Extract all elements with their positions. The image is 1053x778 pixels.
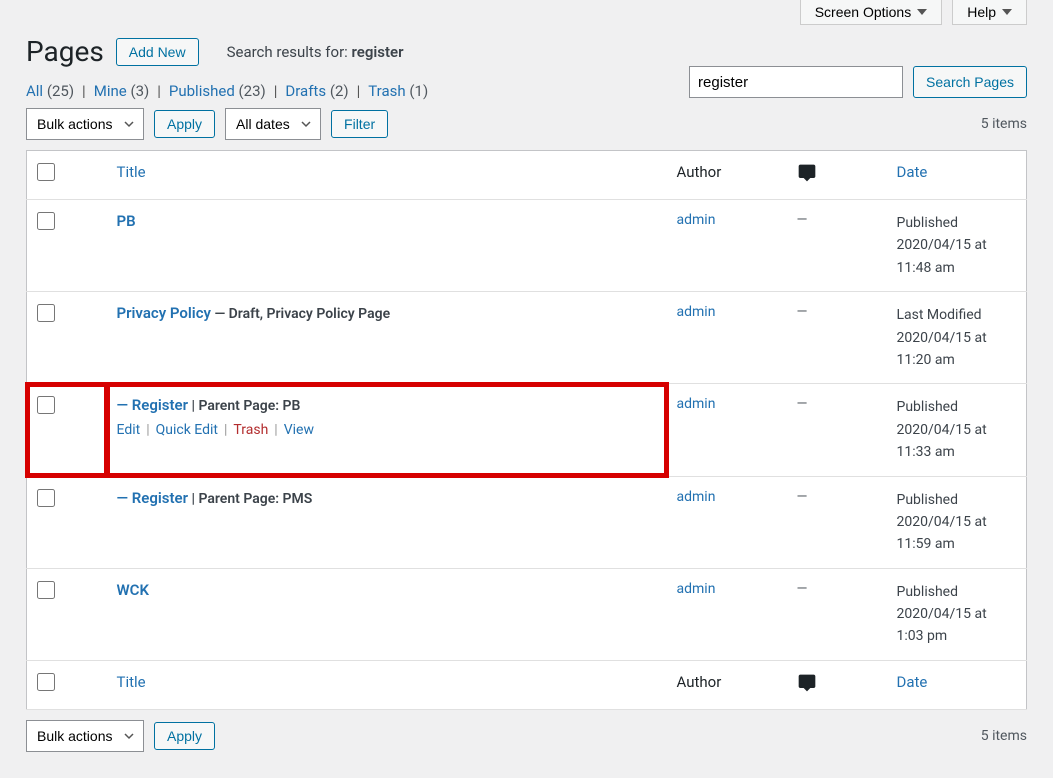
- filter-mine[interactable]: Mine: [94, 82, 127, 100]
- author-link[interactable]: admin: [677, 581, 716, 597]
- comments-cell: —: [787, 200, 887, 292]
- search-prefix: Search results for:: [227, 43, 352, 61]
- comments-cell: —: [787, 568, 887, 660]
- filter-all[interactable]: All: [26, 82, 43, 100]
- apply-button-bottom[interactable]: Apply: [154, 722, 215, 750]
- select-all-bottom[interactable]: [37, 673, 55, 691]
- search-input[interactable]: [689, 66, 903, 98]
- date-cell: Published2020/04/15 at 11:59 am: [887, 476, 1027, 568]
- col-title-footer[interactable]: Title: [117, 673, 146, 691]
- comment-icon: [797, 169, 817, 187]
- row-title-link[interactable]: Privacy Policy: [117, 304, 211, 322]
- date-filter-select[interactable]: All dates: [225, 108, 321, 140]
- pages-table: Title Author Date PBadmin—Published2020/…: [26, 150, 1027, 710]
- author-link[interactable]: admin: [677, 489, 716, 505]
- help-button[interactable]: Help: [952, 0, 1027, 25]
- help-label: Help: [967, 4, 996, 20]
- row-prefix: —: [117, 489, 132, 507]
- search-term-display: register: [352, 43, 404, 61]
- author-link[interactable]: admin: [677, 396, 716, 412]
- row-actions: Edit|Quick Edit|Trash|View: [117, 422, 657, 438]
- date-cell: Last Modified2020/04/15 at 11:20 am: [887, 292, 1027, 384]
- row-checkbox[interactable]: [37, 581, 55, 599]
- col-date-footer[interactable]: Date: [897, 673, 928, 691]
- items-count-bottom: 5 items: [981, 728, 1027, 744]
- caret-down-icon: [917, 9, 927, 15]
- date-cell: Published2020/04/15 at 11:48 am: [887, 200, 1027, 292]
- filter-published[interactable]: Published: [169, 82, 235, 100]
- bulk-actions-select[interactable]: Bulk actions: [26, 108, 144, 140]
- col-author-footer: Author: [667, 660, 787, 709]
- comments-cell: —: [787, 292, 887, 384]
- date-cell: Published2020/04/15 at 11:33 am: [887, 384, 1027, 476]
- view-action[interactable]: View: [284, 422, 314, 438]
- filter-published-count: (23): [239, 82, 266, 100]
- post-state: | Parent Page: PB: [188, 398, 300, 414]
- row-title-link[interactable]: PB: [117, 212, 136, 230]
- filter-drafts[interactable]: Drafts: [285, 82, 326, 100]
- row-checkbox[interactable]: [37, 396, 55, 414]
- table-row: PB admin —Published2020/04/15 at 11:48 am: [27, 200, 1027, 292]
- row-checkbox[interactable]: [37, 212, 55, 230]
- row-title-link[interactable]: WCK: [117, 581, 149, 599]
- date-cell: Published2020/04/15 at 1:03 pm: [887, 568, 1027, 660]
- trash-action[interactable]: Trash: [233, 422, 268, 438]
- bulk-actions-select-bottom[interactable]: Bulk actions: [26, 720, 144, 752]
- post-state: | Parent Page: PMS: [188, 491, 312, 507]
- filter-trash[interactable]: Trash: [368, 82, 405, 100]
- filter-button[interactable]: Filter: [331, 110, 388, 138]
- col-author-header: Author: [667, 151, 787, 200]
- filter-drafts-count: (2): [330, 82, 349, 100]
- comments-cell: —: [787, 384, 887, 476]
- col-date-header[interactable]: Date: [897, 163, 928, 181]
- caret-down-icon: [1002, 9, 1012, 15]
- table-row: — Register | Parent Page: PMSadmin—Publi…: [27, 476, 1027, 568]
- row-checkbox[interactable]: [37, 489, 55, 507]
- row-prefix: —: [117, 396, 132, 414]
- search-pages-button[interactable]: Search Pages: [913, 66, 1027, 98]
- table-row: Privacy Policy — Draft, Privacy Policy P…: [27, 292, 1027, 384]
- add-new-button[interactable]: Add New: [116, 38, 199, 66]
- apply-button-top[interactable]: Apply: [154, 110, 215, 138]
- edit-action[interactable]: Edit: [117, 422, 141, 438]
- select-all-top[interactable]: [37, 163, 55, 181]
- filter-all-count: (25): [47, 82, 74, 100]
- row-checkbox[interactable]: [37, 304, 55, 322]
- screen-options-label: Screen Options: [815, 4, 912, 20]
- author-link[interactable]: admin: [677, 212, 716, 228]
- filter-mine-count: (3): [130, 82, 149, 100]
- author-link[interactable]: admin: [677, 304, 716, 320]
- table-row: — Register | Parent Page: PB Edit|Quick E…: [27, 384, 1027, 476]
- post-state: — Draft, Privacy Policy Page: [211, 306, 390, 322]
- quick-edit-action[interactable]: Quick Edit: [156, 422, 218, 438]
- search-results-text: Search results for: register: [227, 43, 404, 61]
- row-title-link[interactable]: Register: [132, 396, 188, 414]
- comment-icon: [797, 679, 817, 697]
- items-count-top: 5 items: [981, 116, 1027, 132]
- col-title-header[interactable]: Title: [117, 163, 146, 181]
- screen-options-button[interactable]: Screen Options: [800, 0, 943, 25]
- comments-cell: —: [787, 476, 887, 568]
- filter-trash-count: (1): [409, 82, 428, 100]
- table-row: WCK admin —Published2020/04/15 at 1:03 pm: [27, 568, 1027, 660]
- row-title-link[interactable]: Register: [132, 489, 188, 507]
- page-title: Pages: [26, 35, 104, 68]
